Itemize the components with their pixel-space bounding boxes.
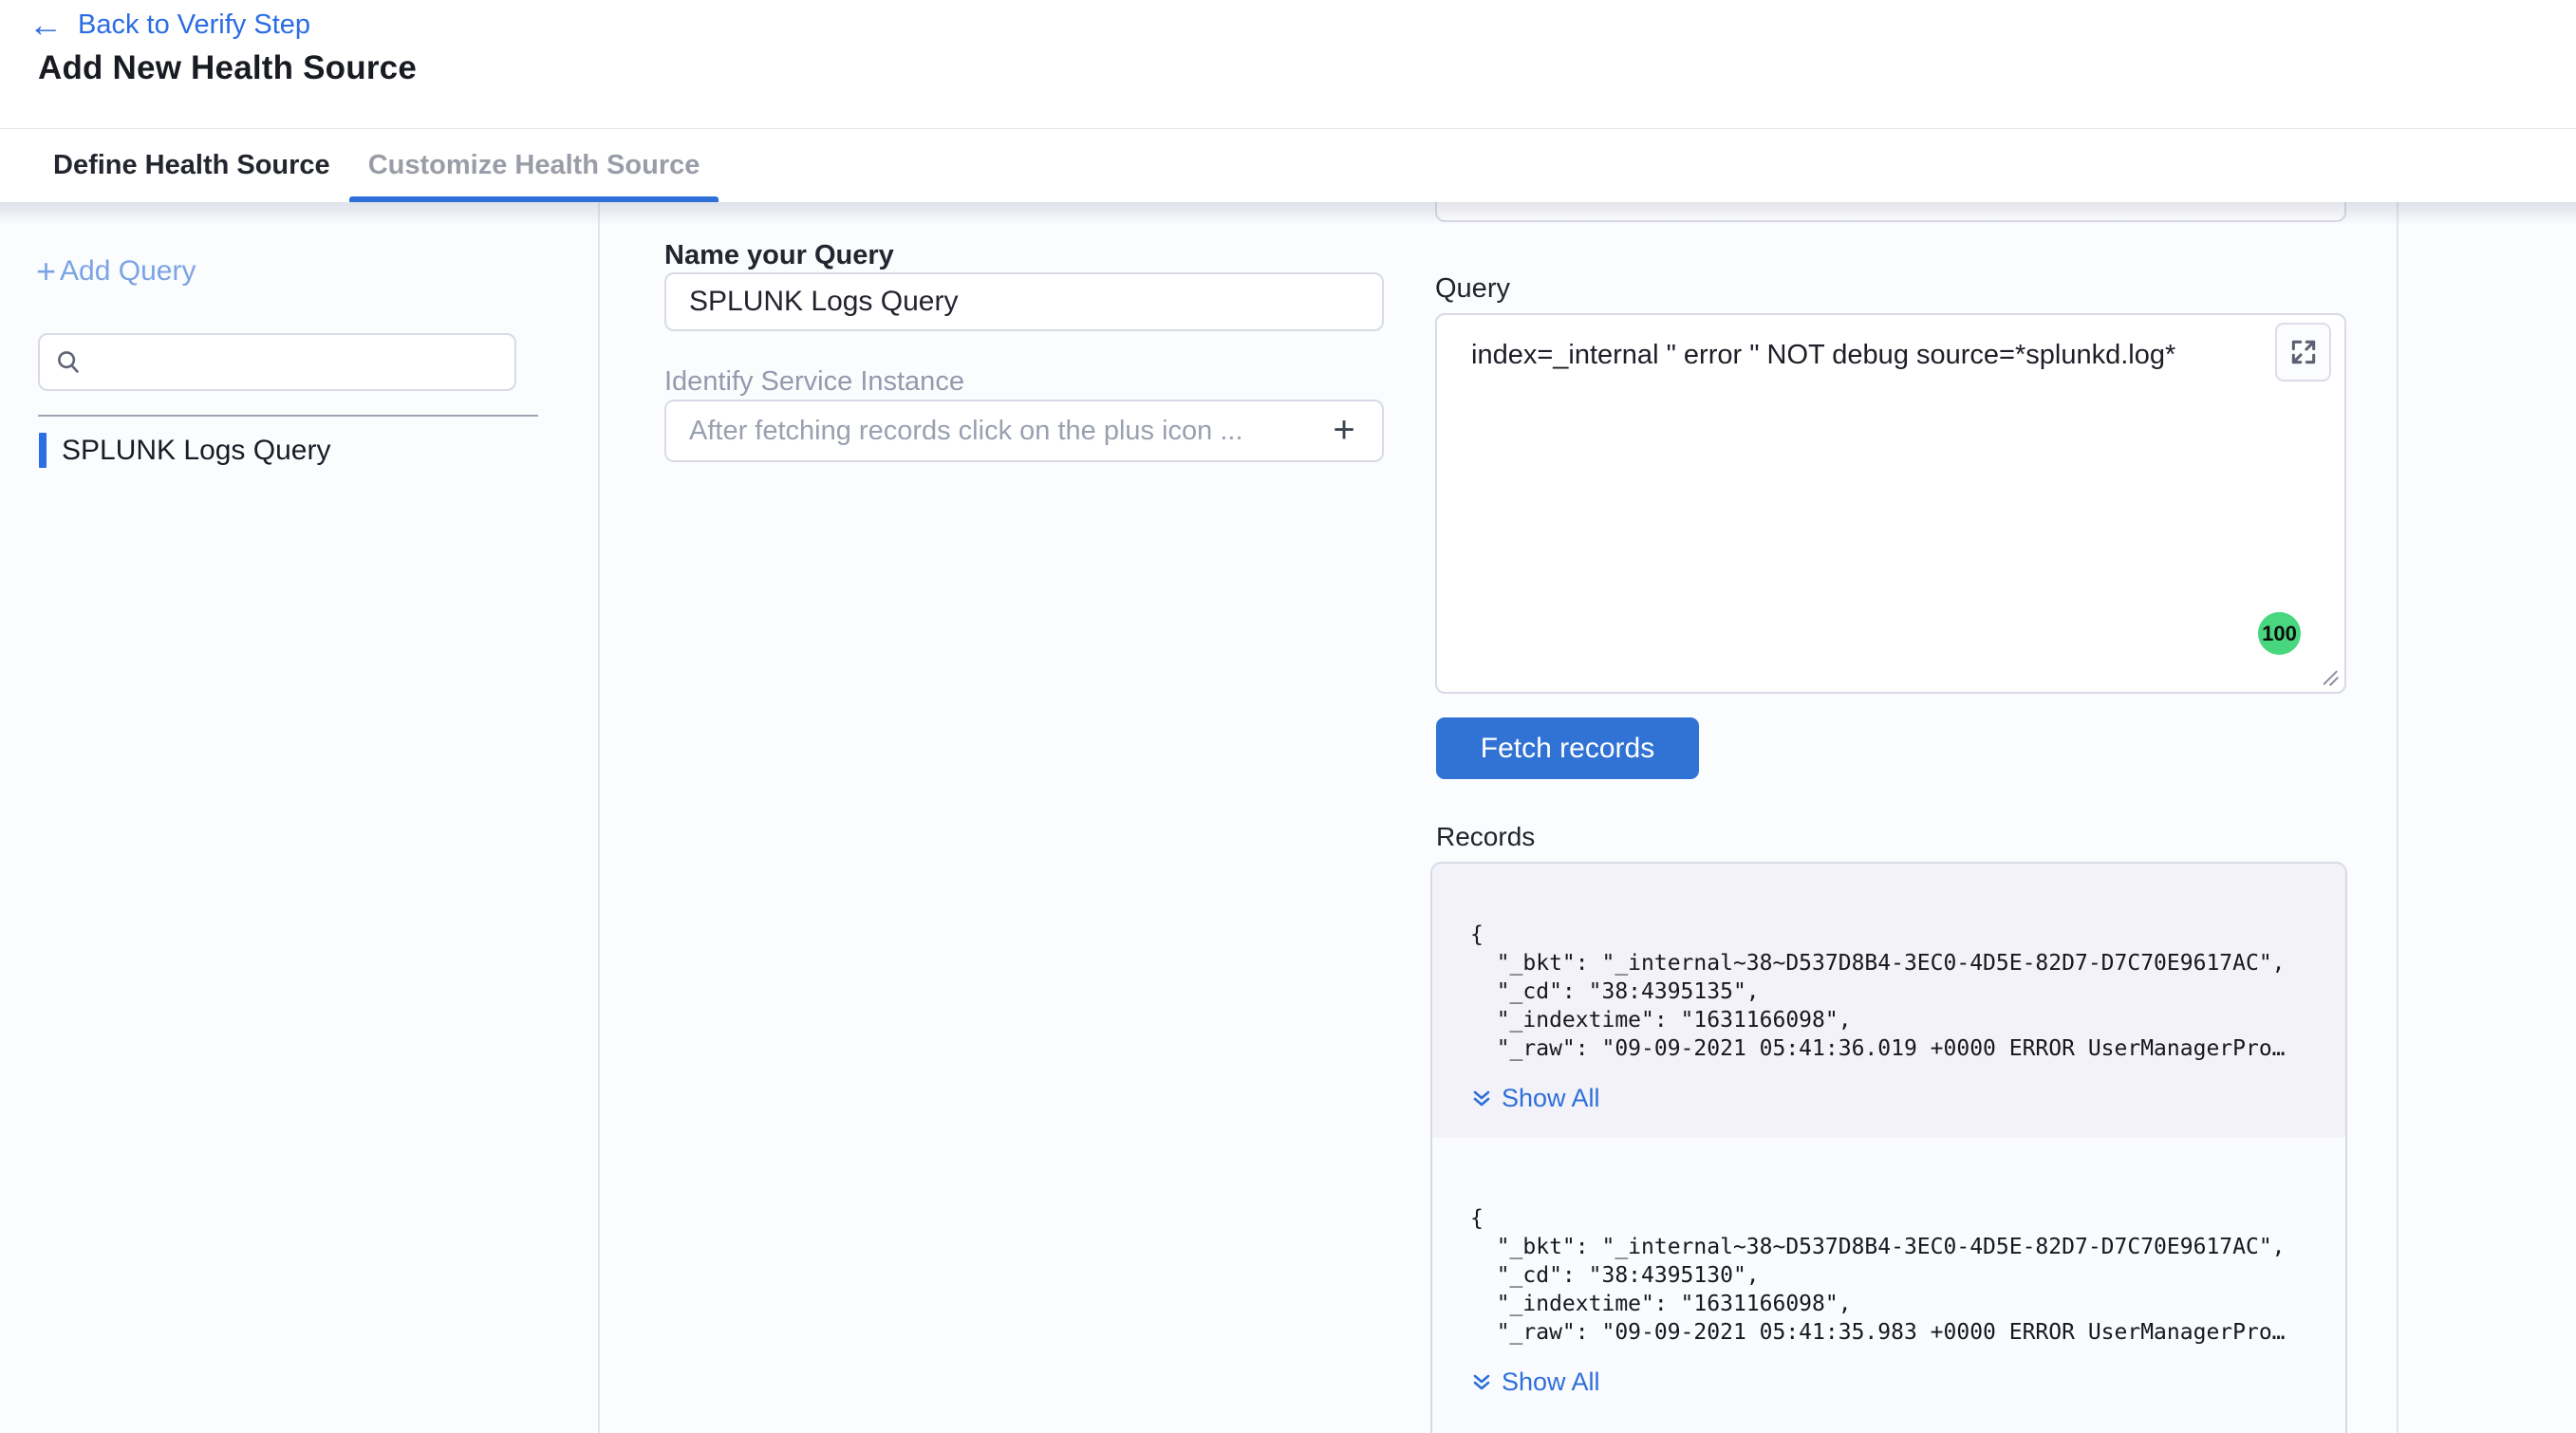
service-instance-label: Identify Service Instance <box>664 366 964 398</box>
record-json-line: "_raw": "09-09-2021 05:41:35.983 +0000 E… <box>1470 1318 2317 1347</box>
back-arrow-icon: ← <box>28 8 63 42</box>
search-input[interactable] <box>38 333 516 391</box>
show-all-link[interactable]: Show All <box>1470 1084 1600 1113</box>
records-container: { "_bkt": "_internal~38~D537D8B4-3EC0-4D… <box>1430 862 2347 1433</box>
query-item-label: SPLUNK Logs Query <box>62 435 330 467</box>
resize-handle[interactable] <box>2316 663 2341 688</box>
show-all-label: Show All <box>1502 1368 1600 1397</box>
expand-icon <box>2288 337 2319 367</box>
query-search <box>38 333 516 391</box>
right-divider-line <box>2397 202 2399 1433</box>
active-indicator-bar <box>39 433 47 468</box>
add-query-label: Add Query <box>60 255 196 288</box>
service-instance-field[interactable] <box>664 400 1384 462</box>
tab-define-health-source[interactable]: Define Health Source <box>34 129 349 202</box>
record-json-line: "_bkt": "_internal~38~D537D8B4-3EC0-4D5E… <box>1470 1233 2317 1261</box>
back-link-label: Back to Verify Step <box>78 9 310 41</box>
record-json-line: "_bkt": "_internal~38~D537D8B4-3EC0-4D5E… <box>1470 949 2317 977</box>
record-json-line: "_indextime": "1631166098", <box>1470 1006 2317 1034</box>
page-title: Add New Health Source <box>38 49 417 87</box>
record-card: { "_bkt": "_internal~38~D537D8B4-3EC0-4D… <box>1432 864 2345 1138</box>
page-header: ← Back to Verify Step Add New Health Sou… <box>0 0 2576 128</box>
name-query-label: Name your Query <box>664 240 894 271</box>
add-query-button[interactable]: + Add Query <box>36 255 196 288</box>
record-count-badge: 100 <box>2258 612 2301 655</box>
record-json-line: "_cd": "38:4395135", <box>1470 977 2317 1006</box>
double-chevron-down-icon <box>1470 1088 1493 1110</box>
record-json-line: "_cd": "38:4395130", <box>1470 1261 2317 1290</box>
record-card: { "_bkt": "_internal~38~D537D8B4-3EC0-4D… <box>1432 1138 2345 1433</box>
show-all-link[interactable]: Show All <box>1470 1368 1600 1397</box>
service-instance-wrap: + <box>664 400 1384 462</box>
record-json-line: { <box>1470 921 2317 949</box>
plus-icon: + <box>36 257 56 286</box>
query-label: Query <box>1435 273 1510 305</box>
add-service-instance-plus-icon[interactable]: + <box>1319 405 1369 455</box>
expand-query-button[interactable] <box>2275 323 2331 382</box>
tab-bar: Define Health Source Customize Health So… <box>0 128 2576 202</box>
query-editor[interactable]: index=_internal " error " NOT debug sour… <box>1435 313 2346 694</box>
search-icon <box>54 347 83 376</box>
show-all-label: Show All <box>1502 1084 1600 1113</box>
sidebar-divider-line <box>598 202 600 1433</box>
sidebar-list-divider <box>38 415 538 417</box>
sidebar-item-splunk-logs-query[interactable]: SPLUNK Logs Query <box>39 433 330 468</box>
tab-customize-health-source[interactable]: Customize Health Source <box>349 129 719 202</box>
query-text[interactable]: index=_internal " error " NOT debug sour… <box>1471 340 2175 371</box>
record-json-line: "_raw": "09-09-2021 05:41:36.019 +0000 E… <box>1470 1034 2317 1063</box>
record-json-line: { <box>1470 1204 2317 1233</box>
records-label: Records <box>1436 822 1535 852</box>
content-area: + Add Query SPLUNK Logs Query Name your … <box>0 202 2576 1433</box>
clipped-input-field[interactable] <box>1435 202 2346 222</box>
record-json-line: "_indextime": "1631166098", <box>1470 1290 2317 1318</box>
fetch-records-button[interactable]: Fetch records <box>1436 717 1699 779</box>
back-link[interactable]: ← Back to Verify Step <box>28 8 310 42</box>
query-name-field[interactable] <box>664 272 1384 331</box>
double-chevron-down-icon <box>1470 1371 1493 1394</box>
